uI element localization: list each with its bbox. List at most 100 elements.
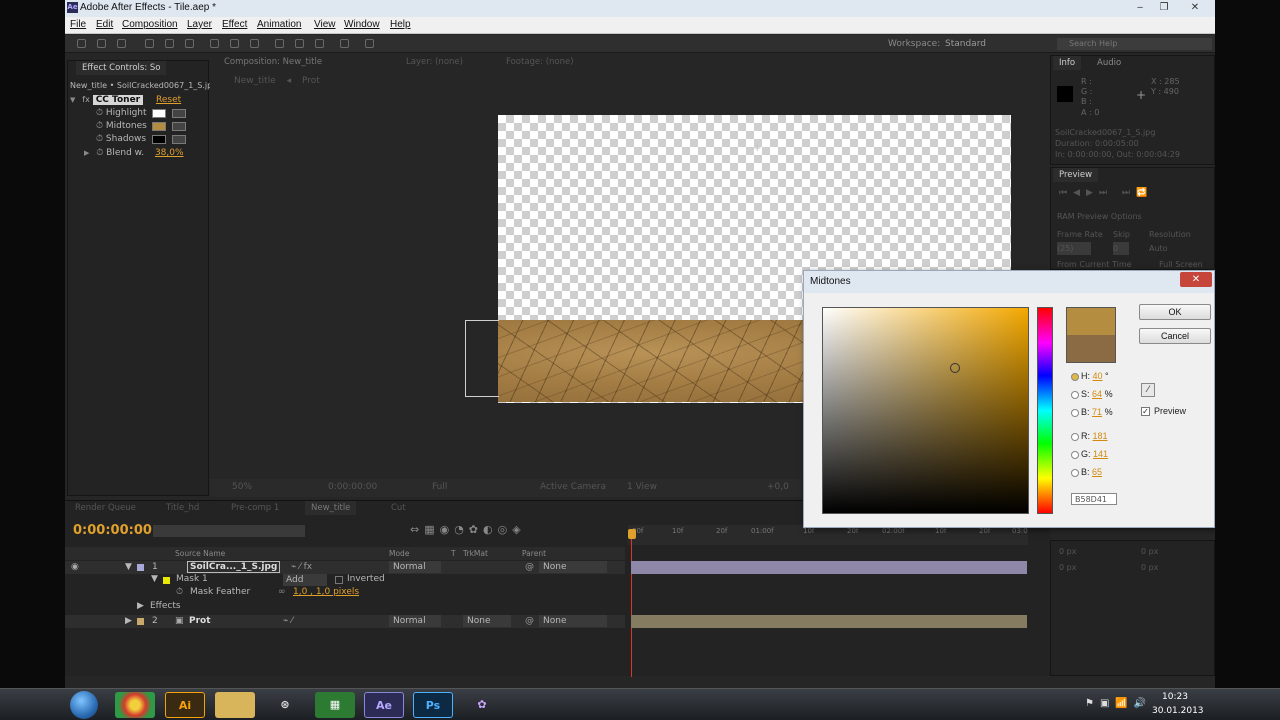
current-timecode[interactable]: 0:00:00:00: [73, 523, 152, 538]
column-parent[interactable]: Parent: [522, 549, 546, 558]
color-field[interactable]: [822, 307, 1029, 514]
tab-timeline[interactable]: Pre-comp 1: [225, 501, 285, 515]
effects-row[interactable]: ▶ Effects: [65, 601, 625, 614]
explorer-taskbar-icon[interactable]: [215, 692, 255, 718]
tab-effect-controls[interactable]: Effect Controls: So: [76, 61, 167, 75]
parent-dropdown[interactable]: None: [539, 615, 607, 627]
exposure-value[interactable]: +0,0: [767, 482, 789, 492]
search-help-input[interactable]: Search Help: [1057, 38, 1212, 50]
tab-info[interactable]: Info: [1053, 56, 1082, 70]
puppet-tool-icon[interactable]: [365, 39, 374, 48]
saturation-value[interactable]: 64: [1092, 389, 1102, 399]
blend-mode-dropdown[interactable]: Normal: [389, 561, 441, 573]
hue-value[interactable]: 40: [1093, 371, 1103, 381]
mask-mode-dropdown[interactable]: Add: [283, 574, 327, 586]
brush-tool-icon[interactable]: [275, 39, 284, 48]
roto-brush-tool-icon[interactable]: [340, 39, 349, 48]
eyedropper-icon[interactable]: ⁄: [1141, 383, 1155, 397]
chrome-taskbar-icon[interactable]: [115, 692, 155, 718]
stopwatch-icon[interactable]: ⏱: [96, 148, 103, 158]
pen-tool-icon[interactable]: [230, 39, 239, 48]
layer-name[interactable]: SoilCra..._1_S.jpg: [187, 561, 281, 573]
blue-field[interactable]: B: 65: [1081, 467, 1102, 477]
link-icon[interactable]: ∞: [278, 587, 286, 597]
label-color-icon[interactable]: [137, 618, 144, 625]
menu-animation[interactable]: Animation: [257, 19, 301, 30]
time-ruler[interactable]: 00f 10f 20f 01:00f 10f 20f 02:00f 10f 20…: [628, 525, 1028, 545]
tab-footage[interactable]: Footage: (none): [500, 55, 580, 69]
tab-composition[interactable]: Composition: New_title: [218, 55, 328, 69]
parent-dropdown[interactable]: None: [539, 561, 607, 573]
after-effects-taskbar-icon[interactable]: Ae: [364, 692, 404, 718]
rotate-tool-icon[interactable]: [145, 39, 154, 48]
tab-layer[interactable]: Layer: (none): [400, 55, 469, 69]
resolution-dropdown[interactable]: Auto: [1149, 242, 1168, 255]
tab-timeline[interactable]: Title_hd: [160, 501, 205, 515]
column-t[interactable]: T: [451, 549, 456, 558]
align-value[interactable]: 0 px: [1141, 561, 1158, 574]
breadcrumb-item[interactable]: New_title: [234, 76, 276, 86]
frame-rate-dropdown[interactable]: (25): [1057, 242, 1091, 255]
tab-preview[interactable]: Preview: [1053, 168, 1099, 182]
mask-feather-value[interactable]: 1,0 , 1,0 pixels: [293, 587, 359, 597]
pan-behind-tool-icon[interactable]: [185, 39, 194, 48]
align-value[interactable]: 0 px: [1141, 545, 1158, 558]
cancel-button[interactable]: Cancel: [1139, 328, 1211, 344]
switch-icons[interactable]: ⌁ ⁄ fx: [291, 562, 312, 572]
menu-window[interactable]: Window: [344, 19, 380, 30]
workspace-dropdown[interactable]: Standard: [945, 39, 1050, 49]
expand-triangle-icon[interactable]: ▶: [125, 616, 132, 626]
views-dropdown[interactable]: 1 View: [627, 482, 657, 492]
column-trkmat[interactable]: TrkMat: [463, 549, 488, 558]
timeline-switches-icons[interactable]: ⇔▦◉◔✿◐◎◈: [410, 523, 526, 536]
fx-icon[interactable]: fx: [82, 95, 90, 104]
hand-tool-icon[interactable]: [97, 39, 106, 48]
start-button[interactable]: [70, 691, 98, 719]
layer-name[interactable]: Prot: [189, 616, 211, 626]
rectangle-tool-icon[interactable]: [210, 39, 219, 48]
stopwatch-icon[interactable]: ⏱: [96, 108, 103, 118]
app-taskbar-icon[interactable]: ✿: [462, 692, 502, 718]
reset-link[interactable]: Reset: [156, 95, 181, 105]
close-button[interactable]: ✕: [1180, 1, 1210, 15]
highlight-color-swatch[interactable]: [152, 109, 166, 118]
camera-dropdown[interactable]: Active Camera: [540, 482, 606, 492]
stopwatch-icon[interactable]: ⏱: [176, 587, 183, 597]
green-field[interactable]: G: 141: [1081, 449, 1108, 459]
mask-row[interactable]: ▼ Mask 1 Add Inverted: [65, 574, 625, 587]
tray-icons[interactable]: ⚑▣📶🔊: [1085, 698, 1152, 709]
tab-timeline[interactable]: Cut: [385, 501, 412, 515]
hex-input[interactable]: B58D41: [1071, 493, 1117, 505]
selection-tool-icon[interactable]: [77, 39, 86, 48]
expand-triangle-icon[interactable]: ▶: [84, 149, 89, 157]
clock-time[interactable]: 10:23: [1162, 692, 1188, 702]
blue-value[interactable]: 65: [1092, 467, 1102, 477]
align-value[interactable]: 0 px: [1059, 561, 1076, 574]
brightness-radio[interactable]: [1071, 409, 1079, 417]
column-mode[interactable]: Mode: [389, 549, 409, 558]
dialog-close-button[interactable]: ✕: [1180, 272, 1212, 287]
label-color-icon[interactable]: [137, 564, 144, 571]
expand-triangle-icon[interactable]: ▼: [151, 574, 158, 584]
menu-view[interactable]: View: [314, 19, 336, 30]
effect-row-cc-toner[interactable]: ▼ fx CC Toner Reset: [70, 93, 208, 106]
clone-tool-icon[interactable]: [295, 39, 304, 48]
breadcrumb-item[interactable]: Prot: [302, 76, 320, 86]
ok-button[interactable]: OK: [1139, 304, 1211, 320]
expand-triangle-icon[interactable]: ▼: [125, 562, 132, 572]
pickwhip-icon[interactable]: @: [525, 616, 534, 626]
brightness-field[interactable]: B: 71 %: [1081, 407, 1113, 417]
saturation-radio[interactable]: [1071, 391, 1079, 399]
clock-date[interactable]: 30.01.2013: [1152, 706, 1204, 716]
skip-input[interactable]: 0: [1113, 242, 1129, 255]
hue-field[interactable]: H: 40 °: [1081, 371, 1109, 381]
type-tool-icon[interactable]: [250, 39, 259, 48]
stopwatch-icon[interactable]: ⏱: [96, 121, 103, 131]
maximize-button[interactable]: ❐: [1153, 1, 1175, 15]
menu-file[interactable]: File: [70, 19, 86, 30]
menu-layer[interactable]: Layer: [187, 19, 212, 30]
minimize-button[interactable]: ‒: [1129, 1, 1151, 15]
blue-radio[interactable]: [1071, 469, 1079, 477]
illustrator-taskbar-icon[interactable]: Ai: [165, 692, 205, 718]
midtones-color-swatch[interactable]: [152, 122, 166, 131]
